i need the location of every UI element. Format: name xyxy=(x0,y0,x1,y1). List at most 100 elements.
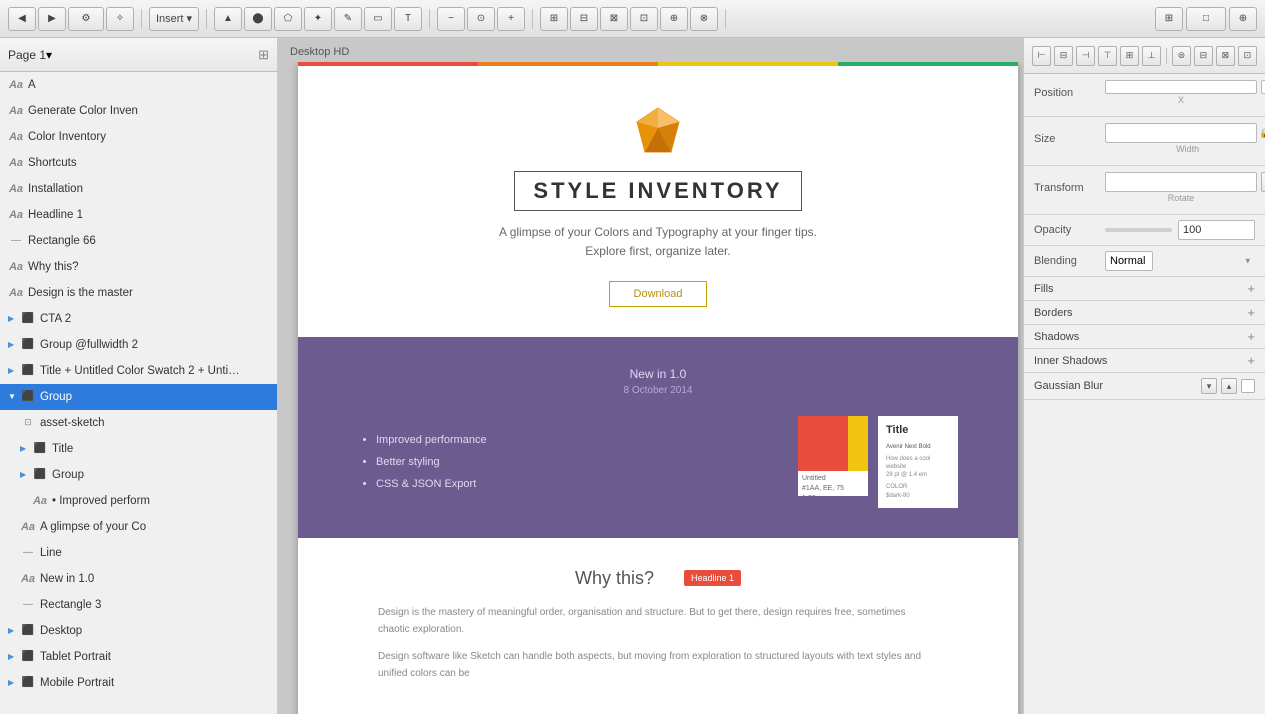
rotate-input[interactable] xyxy=(1105,172,1257,192)
blending-select[interactable]: Normal Multiply Screen Overlay xyxy=(1105,251,1153,271)
x-input[interactable] xyxy=(1105,80,1257,94)
layer-item-rect3[interactable]: — Rectangle 3 xyxy=(0,592,277,618)
folder-icon: ⬛ xyxy=(20,337,36,353)
layer-item-improved-perform[interactable]: Aa • Improved perform xyxy=(0,488,277,514)
toolbar-align-btn[interactable]: ⊞ xyxy=(540,7,568,31)
fills-add-icon[interactable]: + xyxy=(1247,282,1255,295)
layer-item-group-inner[interactable]: ▶ ⬛ Group xyxy=(0,462,277,488)
top-bar-red xyxy=(298,62,478,66)
inner-shadows-section-header[interactable]: Inner Shadows + xyxy=(1024,349,1265,373)
expand-icon: ▶ xyxy=(8,652,18,661)
toolbar-zoom-out-btn[interactable]: − xyxy=(437,7,465,31)
layer-label: Title xyxy=(52,443,73,455)
toolbar-triangle-btn[interactable]: ▲ xyxy=(214,7,242,31)
gaussian-checkbox[interactable] xyxy=(1241,379,1255,393)
canvas-scroll[interactable]: STYLE INVENTORY A glimpse of your Colors… xyxy=(278,62,1023,714)
toolbar-zoom-in-btn[interactable]: + xyxy=(497,7,525,31)
layer-label: Group xyxy=(52,469,84,481)
toolbar-star-btn[interactable]: ✦ xyxy=(304,7,332,31)
align-right-btn[interactable]: ⊣ xyxy=(1076,46,1095,66)
toolbar-polygon-btn[interactable]: ⬠ xyxy=(274,7,302,31)
toolbar-path-btn[interactable]: ✎ xyxy=(334,7,362,31)
download-button[interactable]: Download xyxy=(609,281,708,307)
layer-item-headline1[interactable]: Aa Headline 1 xyxy=(0,202,277,228)
toolbar-forward-btn[interactable]: ▶ xyxy=(38,7,66,31)
layer-item-color-inventory[interactable]: Aa Color Inventory xyxy=(0,124,277,150)
y-input[interactable] xyxy=(1261,80,1265,94)
text-icon: Aa xyxy=(8,181,24,197)
layer-item-shortcuts[interactable]: Aa Shortcuts xyxy=(0,150,277,176)
borders-section-header[interactable]: Borders + xyxy=(1024,301,1265,325)
fills-section-header[interactable]: Fills + xyxy=(1024,277,1265,301)
layer-item-installation[interactable]: Aa Installation xyxy=(0,176,277,202)
layer-label: A xyxy=(28,79,36,91)
inner-shadows-add-icon[interactable]: + xyxy=(1247,354,1255,367)
opacity-slider[interactable] xyxy=(1105,228,1172,232)
layer-label: Rectangle 66 xyxy=(28,235,96,247)
toolbar-back-btn[interactable]: ◀ xyxy=(8,7,36,31)
toolbar-flatten-btn[interactable]: ⊗ xyxy=(690,7,718,31)
shadows-section-header[interactable]: Shadows + xyxy=(1024,325,1265,349)
layer-item-title[interactable]: ▶ ⬛ Title xyxy=(0,436,277,462)
layer-item-line[interactable]: — Line xyxy=(0,540,277,566)
spacing-h-btn[interactable]: ⊠ xyxy=(1216,46,1235,66)
gaussian-stepper-up[interactable]: ▴ xyxy=(1221,378,1237,394)
layer-item-asset-sketch[interactable]: ⊡ asset-sketch xyxy=(0,410,277,436)
constrain-icon[interactable]: 🔒 xyxy=(1259,128,1265,139)
folder-icon: ⬛ xyxy=(20,649,36,665)
toolbar-export-btn[interactable]: ⊕ xyxy=(1229,7,1257,31)
layer-item-desktop[interactable]: ▶ ⬛ Desktop xyxy=(0,618,277,644)
toolbar-distribute-btn[interactable]: ⊟ xyxy=(570,7,598,31)
layer-item-group-full2[interactable]: ▶ ⬛ Group @fullwidth 2 xyxy=(0,332,277,358)
top-bar-orange xyxy=(478,62,658,66)
opacity-input[interactable] xyxy=(1178,220,1255,240)
layer-item-glimpse[interactable]: Aa A glimpse of your Co xyxy=(0,514,277,540)
toolbar-boolean-btn[interactable]: ⊕ xyxy=(660,7,688,31)
layer-item-mobile-portrait[interactable]: ▶ ⬛ Mobile Portrait xyxy=(0,670,277,696)
toolbar-group-btn[interactable]: ⊠ xyxy=(600,7,628,31)
layer-item-group-selected[interactable]: ▼ ⬛ Group xyxy=(0,384,277,410)
layer-item-why[interactable]: Aa Why this? xyxy=(0,254,277,280)
align-center-h-btn[interactable]: ⊟ xyxy=(1054,46,1073,66)
layer-label: Line xyxy=(40,547,62,559)
page-selector[interactable]: Page 1 ▾ ⊞ xyxy=(0,38,277,72)
artboard: STYLE INVENTORY A glimpse of your Colors… xyxy=(298,62,1018,714)
toolbar-inspector-btn[interactable]: □ xyxy=(1186,7,1226,31)
gaussian-stepper-down[interactable]: ▾ xyxy=(1201,378,1217,394)
flip-h-btn[interactable]: ↔ xyxy=(1261,172,1265,192)
align-top-btn[interactable]: ⊤ xyxy=(1098,46,1117,66)
layer-item-design-master[interactable]: Aa Design is the master xyxy=(0,280,277,306)
toolbar-oval-btn[interactable]: ⬤ xyxy=(244,7,272,31)
layer-item-new-in-1[interactable]: Aa New in 1.0 xyxy=(0,566,277,592)
toolbar-insert-btn[interactable]: Insert ▾ xyxy=(149,7,199,31)
layer-item-a[interactable]: Aa A xyxy=(0,72,277,98)
align-bottom-btn[interactable]: ⊥ xyxy=(1142,46,1161,66)
spacing-v-btn[interactable]: ⊡ xyxy=(1238,46,1257,66)
layer-item-generate[interactable]: Aa Generate Color Inven xyxy=(0,98,277,124)
borders-add-icon[interactable]: + xyxy=(1247,306,1255,319)
distribute-v-btn[interactable]: ⊟ xyxy=(1194,46,1213,66)
layer-item-title-untitled[interactable]: ▶ ⬛ Title + Untitled Color Swatch 2 + Un… xyxy=(0,358,277,384)
toolbar-rect-btn[interactable]: ▭ xyxy=(364,7,392,31)
type-card-color: COLOR$dark-80 xyxy=(886,483,950,502)
blending-label: Blending xyxy=(1034,255,1099,267)
toolbar-setting-btn[interactable]: ⚙ xyxy=(68,7,104,31)
text-icon: Aa xyxy=(8,77,24,93)
toolbar-text-btn[interactable]: T xyxy=(394,7,422,31)
toolbar-extra-btn[interactable]: ✧ xyxy=(106,7,134,31)
rotate-label: Rotate xyxy=(1105,193,1257,203)
toolbar-layers-btn[interactable]: ⊞ xyxy=(1155,7,1183,31)
align-left-btn[interactable]: ⊢ xyxy=(1032,46,1051,66)
shadows-add-icon[interactable]: + xyxy=(1247,330,1255,343)
toolbar-ungroup-btn[interactable]: ⊡ xyxy=(630,7,658,31)
page-options-icon[interactable]: ⊞ xyxy=(258,47,269,63)
distribute-h-btn[interactable]: ⊜ xyxy=(1172,46,1191,66)
width-input[interactable] xyxy=(1105,123,1257,143)
inspector-transform-row: Transform Rotate ↔ ↕ Flip xyxy=(1034,172,1255,203)
rect-icon: — xyxy=(8,233,24,249)
layer-item-rect66[interactable]: — Rectangle 66 xyxy=(0,228,277,254)
flip-label: Flip xyxy=(1261,193,1265,203)
align-center-v-btn[interactable]: ⊞ xyxy=(1120,46,1139,66)
layer-item-cta2[interactable]: ▶ ⬛ CTA 2 xyxy=(0,306,277,332)
layer-item-tablet-portrait[interactable]: ▶ ⬛ Tablet Portrait xyxy=(0,644,277,670)
